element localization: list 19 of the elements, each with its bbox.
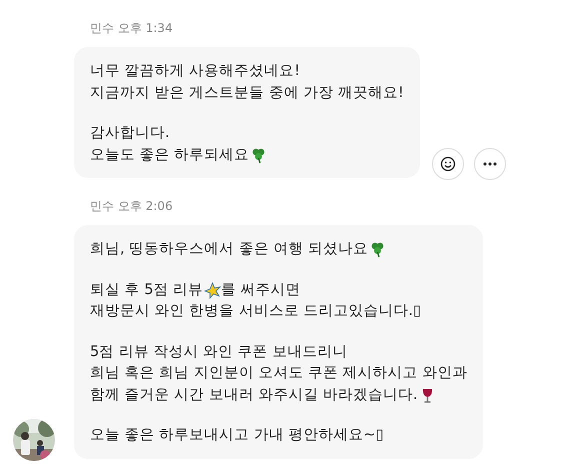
message-text: 5점 리뷰 작성시 와인 쿠폰 보내드리니 — [90, 342, 348, 362]
react-button[interactable] — [432, 148, 464, 180]
message-text: 함께 즐거운 시간 보내러 와주시길 바라겠습니다. — [90, 386, 418, 404]
message-text: 퇴실 후 5점 리뷰 — [90, 280, 204, 300]
smiley-icon — [440, 156, 456, 172]
message-text: 감사합니다. — [90, 124, 170, 143]
sparkle-icon — [204, 282, 222, 299]
message-text: 희님 혹은 희님 지인분이 오셔도 쿠폰 제시하시고 와인과 — [90, 364, 468, 383]
more-icon — [482, 161, 498, 167]
message-text: 를 써주시면 — [221, 280, 301, 300]
message-text: 오늘도 좋은 하루되세요 — [90, 146, 250, 164]
more-button[interactable] — [474, 148, 506, 180]
message-meta: 민수 오후 2:06 — [90, 198, 174, 215]
message-text: 희님, 띵동하우스에서 좋은 여행 되셨나요 — [90, 240, 368, 259]
message-text: 오늘 좋은 하루보내시고 가내 평안하세요~▯ — [90, 426, 384, 445]
message-text: 재방문시 와인 한병을 서비스로 드리고있습니다.▯ — [90, 302, 422, 321]
message-meta: 민수 오후 1:34 — [90, 20, 174, 37]
message-text: 지금까지 받은 게스트분들 중에 가장 깨끗해요! — [90, 84, 404, 102]
message-text: 너무 깔끔하게 사용해주셨네요! — [90, 62, 300, 81]
